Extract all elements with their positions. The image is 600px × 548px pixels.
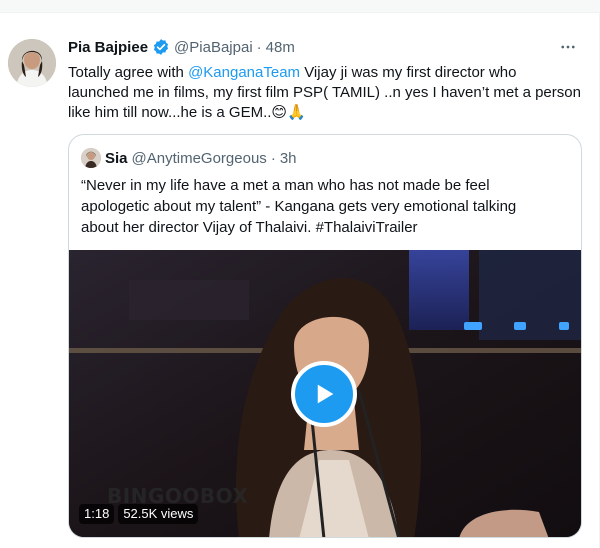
header-separator: ·: [256, 38, 262, 56]
video-stats: 1:18 52.5K views: [79, 504, 199, 524]
quoted-text-line: about her director Vijay of Thalaivi. #T…: [81, 219, 418, 236]
tweet-text-line: launched me in films, my first film PSP(…: [68, 84, 581, 101]
quoted-author-avatar[interactable]: [81, 148, 101, 168]
profile-photo-icon: [81, 148, 101, 168]
tweet-timestamp[interactable]: 48m: [266, 39, 295, 56]
author-avatar[interactable]: [8, 39, 56, 87]
profile-photo-icon: [8, 39, 56, 87]
video-duration: 1:18: [79, 504, 115, 524]
quoted-author-display-name[interactable]: Sia: [105, 150, 128, 167]
quoted-tweet[interactable]: Sia @AnytimeGorgeous · 3h “Never in my l…: [68, 134, 582, 538]
quoted-text-line: “Never in my life have a met a man who h…: [81, 177, 490, 194]
verified-badge-icon: [152, 38, 170, 56]
tweet-text: Totally agree with @KanganaTeam Vijay ji…: [68, 63, 581, 123]
mention-link[interactable]: @KanganaTeam: [188, 64, 300, 81]
tweet-text-segment: Totally agree with: [68, 64, 189, 81]
author-handle[interactable]: @PiaBajpai: [174, 39, 253, 56]
tweet-header: Pia Bajpiee @PiaBajpai · 48m: [68, 33, 588, 61]
tweet-text-segment: Vijay ji was my first director who: [300, 64, 517, 81]
tweet-text-line: Totally agree with @KanganaTeam Vijay ji…: [68, 63, 568, 83]
video-player[interactable]: BINGOOBOX 1:18 52.5K views: [69, 250, 581, 537]
quoted-tweet-header: Sia @AnytimeGorgeous · 3h: [81, 147, 297, 169]
quoted-header-separator: ·: [270, 149, 276, 167]
more-icon[interactable]: [556, 35, 580, 59]
tweet-text-line: like him till now...he is a GEM..😊🙏: [68, 104, 306, 121]
quoted-text-line: apologetic about my talent” - Kangana ge…: [81, 198, 517, 215]
quoted-tweet-timestamp[interactable]: 3h: [280, 150, 297, 167]
tweet[interactable]: Pia Bajpiee @PiaBajpai · 48m Totally agr…: [68, 33, 588, 123]
quoted-author-handle[interactable]: @AnytimeGorgeous: [132, 150, 267, 167]
quoted-tweet-text: “Never in my life have a met a man who h…: [81, 175, 571, 238]
play-icon[interactable]: [291, 361, 357, 427]
video-views: 52.5K views: [118, 504, 199, 524]
top-divider: [0, 0, 600, 13]
author-display-name[interactable]: Pia Bajpiee: [68, 39, 148, 56]
